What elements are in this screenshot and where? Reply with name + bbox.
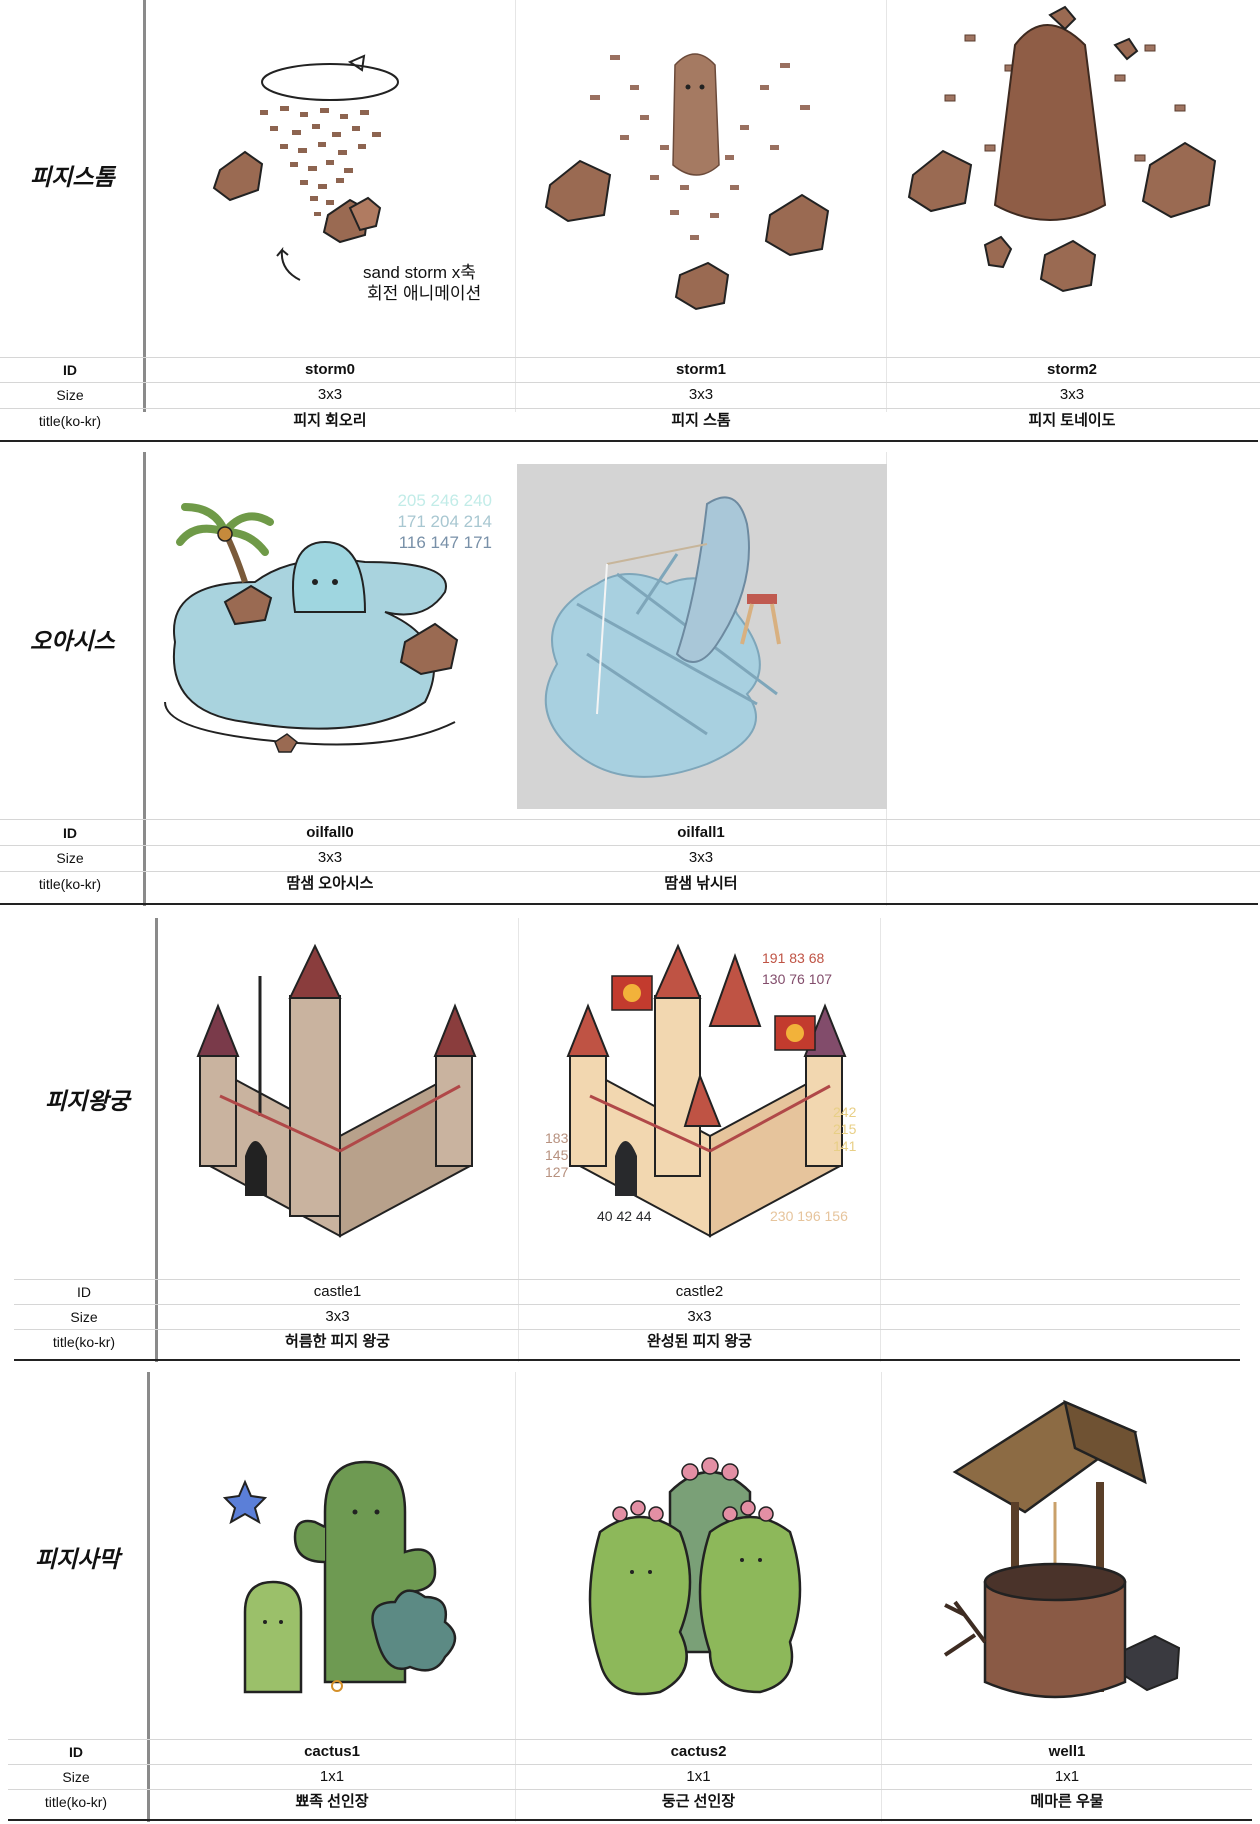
item-title: 허름한 피지 왕궁 (285, 1333, 390, 1350)
color-code: 191 83 68 (762, 950, 825, 966)
item-size: 3x3 (688, 849, 714, 866)
oilfall1-image (517, 464, 887, 809)
row-label-title: title(ko-kr) (38, 876, 102, 892)
section-title: 피지사막 (35, 1546, 120, 1572)
row-label-size: Size (56, 850, 84, 866)
table-rule (8, 1789, 1252, 1790)
section-title: 피지왕궁 (45, 1088, 130, 1114)
castle-right-codes: 242 215 141 (833, 1104, 856, 1155)
castle1-image (190, 936, 480, 1246)
color-code: 116 147 171 (398, 533, 492, 552)
color-code: 40 42 44 (597, 1208, 652, 1224)
color-code: 183 (545, 1130, 569, 1146)
color-code: 141 (833, 1138, 857, 1154)
table-rule (0, 382, 1260, 383)
item-title: 완성된 피지 왕궁 (647, 1333, 752, 1350)
color-code: 242 (833, 1104, 857, 1120)
item-size: 1x1 (1054, 1768, 1080, 1785)
section-divider (0, 903, 1258, 905)
table-rule (8, 1739, 1252, 1740)
row-label-title: title(ko-kr) (38, 413, 102, 429)
item-id: cactus1 (304, 1743, 360, 1760)
section-desert: 피지사막 ID Size title(ko-kr) cactus1 1x1 뾰족… (0, 1362, 1260, 1824)
section-title: 오아시스 (30, 628, 115, 654)
table-rule (14, 1279, 1240, 1280)
item-title: 뾰족 선인장 (295, 1793, 369, 1810)
animation-note: sand storm x축 회전 애니메이션 (363, 262, 481, 304)
oasis-color-codes: 205 246 240 171 204 214 116 147 171 (392, 490, 492, 553)
storm1-image (540, 35, 850, 325)
castle-roof-codes: 191 83 68 130 76 107 (762, 948, 832, 990)
section-divider (14, 1359, 1240, 1361)
row-label-id: ID (69, 1744, 83, 1760)
column-separator (515, 0, 516, 412)
item-id: storm1 (675, 361, 727, 378)
item-id: oilfall0 (306, 824, 354, 841)
color-code: 145 (545, 1147, 569, 1163)
row-label-id: ID (63, 825, 77, 841)
castle-left-codes: 183 145 127 (545, 1130, 568, 1181)
item-size: 3x3 (687, 1308, 712, 1325)
item-id: cactus2 (670, 1743, 727, 1760)
table-rule (14, 1304, 1240, 1305)
item-title: 땀샘 낚시터 (664, 875, 738, 892)
animation-note-line2: 회전 애니메이션 (367, 284, 482, 303)
row-label-size: Size (62, 1769, 90, 1785)
row-label-id: ID (77, 1284, 91, 1300)
cactus2-image (580, 1432, 830, 1702)
divider-vertical (143, 0, 146, 412)
table-rule (14, 1329, 1240, 1330)
item-id: oilfall1 (677, 824, 725, 841)
section-oasis: 오아시스 205 246 240 171 204 214 116 147 171 (0, 442, 1260, 906)
column-separator (880, 918, 881, 1362)
section-castle: 피지왕궁 191 83 68 130 76 107 242 215 141 18… (0, 906, 1260, 1362)
color-code: 215 (833, 1121, 857, 1137)
cactus1-image (205, 1442, 465, 1702)
item-id: castle1 (313, 1283, 362, 1300)
row-label-title: title(ko-kr) (52, 1334, 116, 1350)
item-title: 메마른 우물 (1030, 1793, 1104, 1810)
item-size: 3x3 (325, 1308, 350, 1325)
section-storm: 피지스톰 sand storm x축 회전 애니메이션 ID Size titl… (0, 0, 1260, 442)
section-title: 피지스톰 (30, 164, 115, 190)
well1-image (925, 1392, 1215, 1722)
item-title: 둥근 선인장 (661, 1793, 736, 1810)
item-id: storm2 (1046, 361, 1098, 378)
table-rule (0, 845, 1260, 846)
table-rule (0, 357, 1260, 358)
row-label-title: title(ko-kr) (44, 1794, 108, 1810)
column-separator (886, 0, 887, 412)
row-label-size: Size (70, 1309, 98, 1325)
item-id: castle2 (675, 1283, 724, 1300)
item-size: 3x3 (1059, 386, 1085, 403)
table-rule (8, 1764, 1252, 1765)
color-code: 130 76 107 (762, 971, 833, 987)
item-id: well1 (1048, 1743, 1086, 1760)
storm2-image (905, 5, 1235, 325)
color-code: 205 246 240 (397, 491, 492, 510)
table-rule (0, 408, 1260, 409)
table-rule (0, 819, 1260, 820)
row-label-id: ID (63, 362, 77, 378)
storm0-image (200, 40, 490, 290)
color-code: 230 196 156 (770, 1208, 848, 1224)
item-size: 1x1 (686, 1768, 711, 1785)
item-id: storm0 (304, 361, 356, 378)
item-size: 1x1 (319, 1768, 345, 1785)
item-size: 3x3 (688, 386, 714, 403)
section-divider (8, 1819, 1252, 1821)
item-title: 땀샘 오아시스 (286, 875, 374, 892)
item-title: 피지 스톰 (671, 412, 731, 429)
item-title: 피지 회오리 (293, 412, 367, 429)
item-size: 3x3 (317, 849, 343, 866)
table-rule (0, 871, 1260, 872)
animation-note-line1: sand storm x축 (363, 263, 476, 282)
item-title: 피지 토네이도 (1028, 412, 1116, 429)
item-size: 3x3 (317, 386, 343, 403)
color-code: 171 204 214 (397, 512, 492, 531)
color-code: 127 (545, 1164, 569, 1180)
row-label-size: Size (56, 387, 84, 403)
